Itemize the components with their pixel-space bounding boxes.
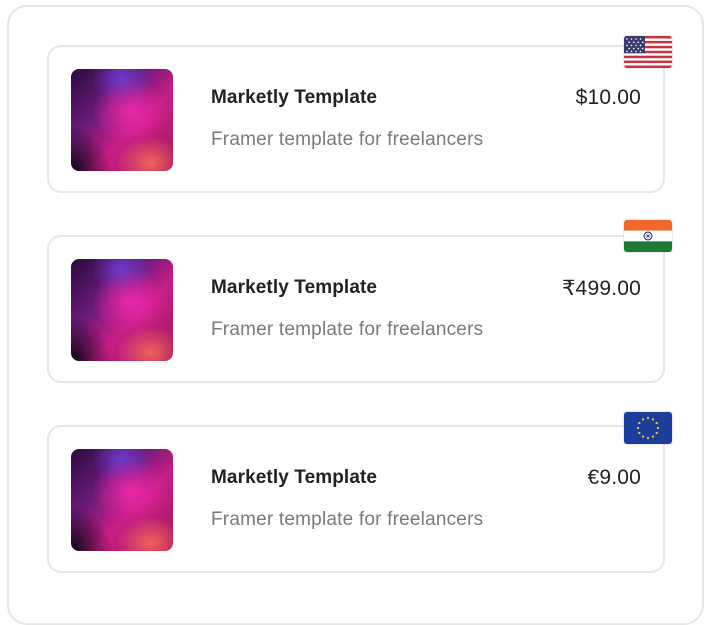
- product-price: ₹499.00: [562, 277, 641, 300]
- us-flag-icon: [624, 36, 672, 68]
- product-subtitle: Framer template for freelancers: [211, 129, 484, 150]
- product-subtitle: Framer template for freelancers: [211, 509, 484, 530]
- product-card-eur[interactable]: Marketly Template Framer template for fr…: [47, 425, 665, 573]
- product-card-usd[interactable]: Marketly Template Framer template for fr…: [47, 45, 665, 193]
- product-thumbnail: [71, 259, 173, 361]
- product-title: Marketly Template: [211, 277, 378, 298]
- product-subtitle: Framer template for freelancers: [211, 319, 484, 340]
- product-price: $10.00: [575, 86, 641, 109]
- eu-flag-icon: [624, 412, 672, 444]
- product-card-inr[interactable]: Marketly Template Framer template for fr…: [47, 235, 665, 383]
- product-thumbnail: [71, 69, 173, 171]
- product-price: €9.00: [587, 466, 641, 489]
- product-title: Marketly Template: [211, 87, 378, 108]
- product-title: Marketly Template: [211, 467, 378, 488]
- india-flag-icon: [624, 220, 672, 252]
- product-thumbnail: [71, 449, 173, 551]
